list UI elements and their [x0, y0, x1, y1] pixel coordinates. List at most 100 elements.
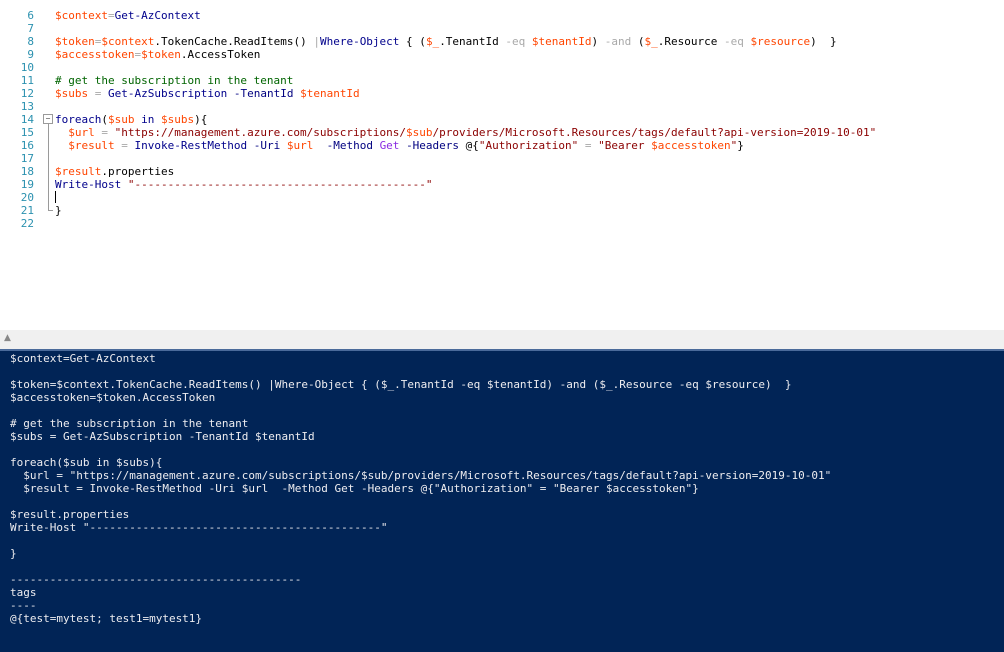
code-text: Write-Host "----------------------------…: [55, 178, 433, 191]
line-number: 10: [20, 61, 34, 74]
console-line: Write-Host "----------------------------…: [10, 521, 388, 534]
code-text: $result = Invoke-RestMethod -Uri $url -M…: [55, 139, 744, 152]
fold-guide: [48, 124, 49, 211]
code-token: Get: [379, 139, 400, 152]
code-token: .properties: [101, 165, 175, 178]
code-token: -Headers: [406, 139, 460, 152]
code-token: "https://management.azure.com/subscripti…: [114, 126, 407, 139]
line-number: 13: [20, 100, 34, 113]
console-line: $context=Get-AzContext: [10, 352, 156, 365]
code-token: =: [114, 139, 135, 152]
code-token: $accesstoken: [651, 139, 731, 152]
code-token: $token: [141, 48, 181, 61]
code-token: -and: [604, 35, 632, 48]
code-token: =: [88, 87, 108, 100]
code-token: /providers/Microsoft.Resources/tags/defa…: [432, 126, 877, 139]
code-text: foreach($sub in $subs){: [55, 113, 207, 126]
script-editor-pane[interactable]: 6 $context=Get-AzContext 7 8 $token=$context…: [0, 0, 1004, 330]
code-token: =: [578, 139, 599, 152]
console-line: $result.properties: [10, 508, 130, 521]
code-token: "Authorization": [478, 139, 579, 152]
code-token: ){: [194, 113, 208, 126]
code-text: $result.properties: [55, 165, 174, 178]
code-token: ReadItems: [233, 35, 294, 48]
code-text: $token=$context.TokenCache.ReadItems() |…: [55, 35, 837, 48]
collapse-arrow-icon[interactable]: ▲: [4, 333, 11, 343]
code-token: $subs: [160, 113, 195, 126]
line-number: 19: [20, 178, 34, 191]
code-text: # get the subscription in the tenant: [55, 74, 293, 87]
code-token: $url: [286, 139, 314, 152]
console-line: ----: [10, 599, 37, 612]
code-token: $accesstoken: [55, 48, 135, 61]
line-number: 20: [20, 191, 34, 204]
code-token: }: [55, 204, 62, 217]
code-token: ) }: [810, 35, 837, 48]
line-number: 16: [20, 139, 34, 152]
code-token: .Resource: [657, 35, 725, 48]
code-token: $token: [55, 35, 95, 48]
code-token: -eq: [724, 35, 744, 48]
line-number: 14: [20, 113, 34, 126]
code-token: $sub: [406, 126, 433, 139]
code-token: $tenantId: [300, 87, 360, 100]
code-token: "---------------------------------------…: [127, 178, 433, 191]
line-number: 18: [20, 165, 34, 178]
console-border: [0, 349, 1004, 351]
console-line: foreach($sub in $subs){: [10, 456, 163, 469]
code-text: $url = "https://management.azure.com/sub…: [55, 126, 876, 139]
console-line: ----------------------------------------…: [10, 573, 302, 586]
fold-guide-end: [48, 210, 53, 211]
pane-splitter[interactable]: ▲: [0, 330, 1004, 349]
line-number: 22: [20, 217, 34, 230]
code-token: "Bearer: [598, 139, 652, 152]
line-number: 12: [20, 87, 34, 100]
code-token: Invoke-RestMethod: [134, 139, 248, 152]
console-line: # get the subscription in the tenant: [10, 417, 249, 430]
code-token: $context: [101, 35, 155, 48]
code-token: }: [737, 139, 744, 152]
line-number: 15: [20, 126, 34, 139]
console-pane[interactable]: $context=Get-AzContext $token=$context.To…: [0, 349, 1004, 652]
code-token: $result: [55, 165, 102, 178]
code-token: .AccessToken: [180, 48, 261, 61]
line-number: 9: [27, 48, 34, 61]
console-line: }: [10, 547, 17, 560]
code-token: $subs: [55, 87, 89, 100]
code-token: $_: [644, 35, 658, 48]
fold-toggle-icon[interactable]: −: [43, 114, 53, 124]
code-token: =: [94, 126, 115, 139]
code-token: $resource: [750, 35, 811, 48]
code-token: (: [101, 113, 108, 126]
code-token: ): [591, 35, 605, 48]
code-text: $context=Get-AzContext: [55, 9, 201, 22]
text-cursor: [55, 191, 56, 203]
code-token: $url: [68, 126, 95, 139]
code-text: $accesstoken=$token.AccessToken: [55, 48, 260, 61]
code-text: }: [55, 204, 62, 217]
line-number: 6: [27, 9, 34, 22]
code-token: .TenantId: [439, 35, 506, 48]
code-token: =: [107, 9, 115, 22]
code-token: Get-AzContext: [114, 9, 201, 22]
console-line: $accesstoken=$token.AccessToken: [10, 391, 216, 404]
code-token: -Uri: [253, 139, 281, 152]
code-token: $result: [68, 139, 115, 152]
console-line: tags: [10, 586, 37, 599]
code-text: $subs = Get-AzSubscription -TenantId $te…: [55, 87, 360, 100]
code-token: $_: [425, 35, 440, 48]
code-token: Where-Object: [319, 35, 400, 48]
code-token: Write-Host: [55, 178, 122, 191]
code-token: { (: [399, 35, 426, 48]
code-token: $context: [55, 9, 108, 22]
line-number: 17: [20, 152, 34, 165]
code-token: -eq: [505, 35, 526, 48]
code-token: -Method: [326, 139, 373, 152]
